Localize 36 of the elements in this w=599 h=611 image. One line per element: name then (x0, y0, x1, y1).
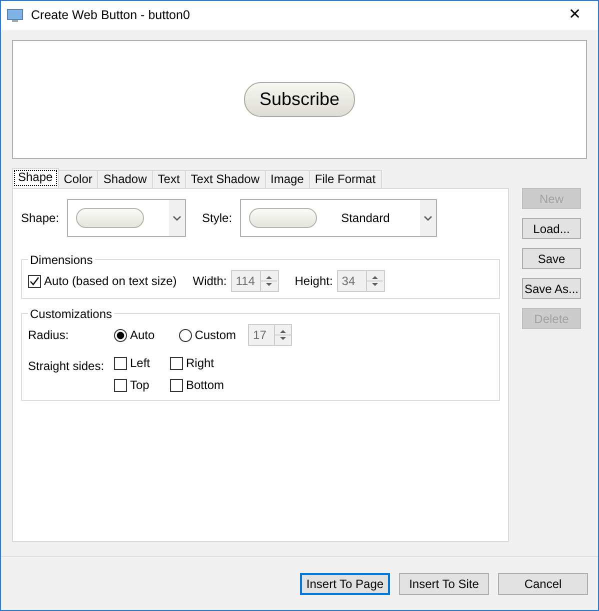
tab[interactable]: Shape (12, 168, 59, 188)
radio-label: Custom (194, 327, 236, 344)
save-as-button[interactable]: Save As... (522, 278, 581, 299)
pill-shape-icon (249, 208, 318, 228)
style-dropdown[interactable]: Standard (240, 199, 438, 237)
field-label: Shape: (21, 210, 60, 227)
dialog-button[interactable]: Cancel (498, 572, 588, 594)
field-label: Radius: (28, 327, 70, 344)
checkbox[interactable] (114, 356, 127, 370)
save-button[interactable]: Save (522, 248, 581, 269)
radio-button[interactable] (178, 328, 192, 342)
checkbox-label: Top (130, 377, 150, 394)
field-label: Width: (192, 273, 227, 290)
checkbox[interactable] (114, 378, 127, 392)
checkbox-label: Bottom (186, 377, 224, 394)
dialog-button[interactable]: Insert To Site (399, 572, 489, 594)
tab[interactable]: Image (264, 170, 310, 188)
field-label: Straight sides: (28, 358, 106, 375)
close-button[interactable]: ✕ (552, 3, 598, 28)
load-button[interactable]: Load... (522, 218, 581, 239)
checkbox[interactable] (28, 274, 41, 288)
checkbox[interactable] (170, 378, 183, 392)
checkbox[interactable] (170, 356, 183, 370)
checkbox-label: Right (186, 355, 214, 372)
field-label: Height: (294, 273, 333, 290)
checkbox-label: Left (130, 355, 150, 372)
pill-shape-icon (76, 208, 144, 228)
field-label: Style: (202, 210, 232, 227)
radio-label: Auto (130, 327, 155, 344)
app-icon (7, 8, 23, 22)
window-title: Create Web Button - button0 (31, 7, 191, 24)
radio-button[interactable] (114, 328, 127, 342)
checkbox-label: Auto (based on text size) (44, 273, 177, 290)
dialog-button[interactable]: Insert To Page (300, 572, 390, 594)
tab[interactable]: File Format (308, 170, 382, 188)
dropdown-value: Standard (341, 210, 390, 227)
